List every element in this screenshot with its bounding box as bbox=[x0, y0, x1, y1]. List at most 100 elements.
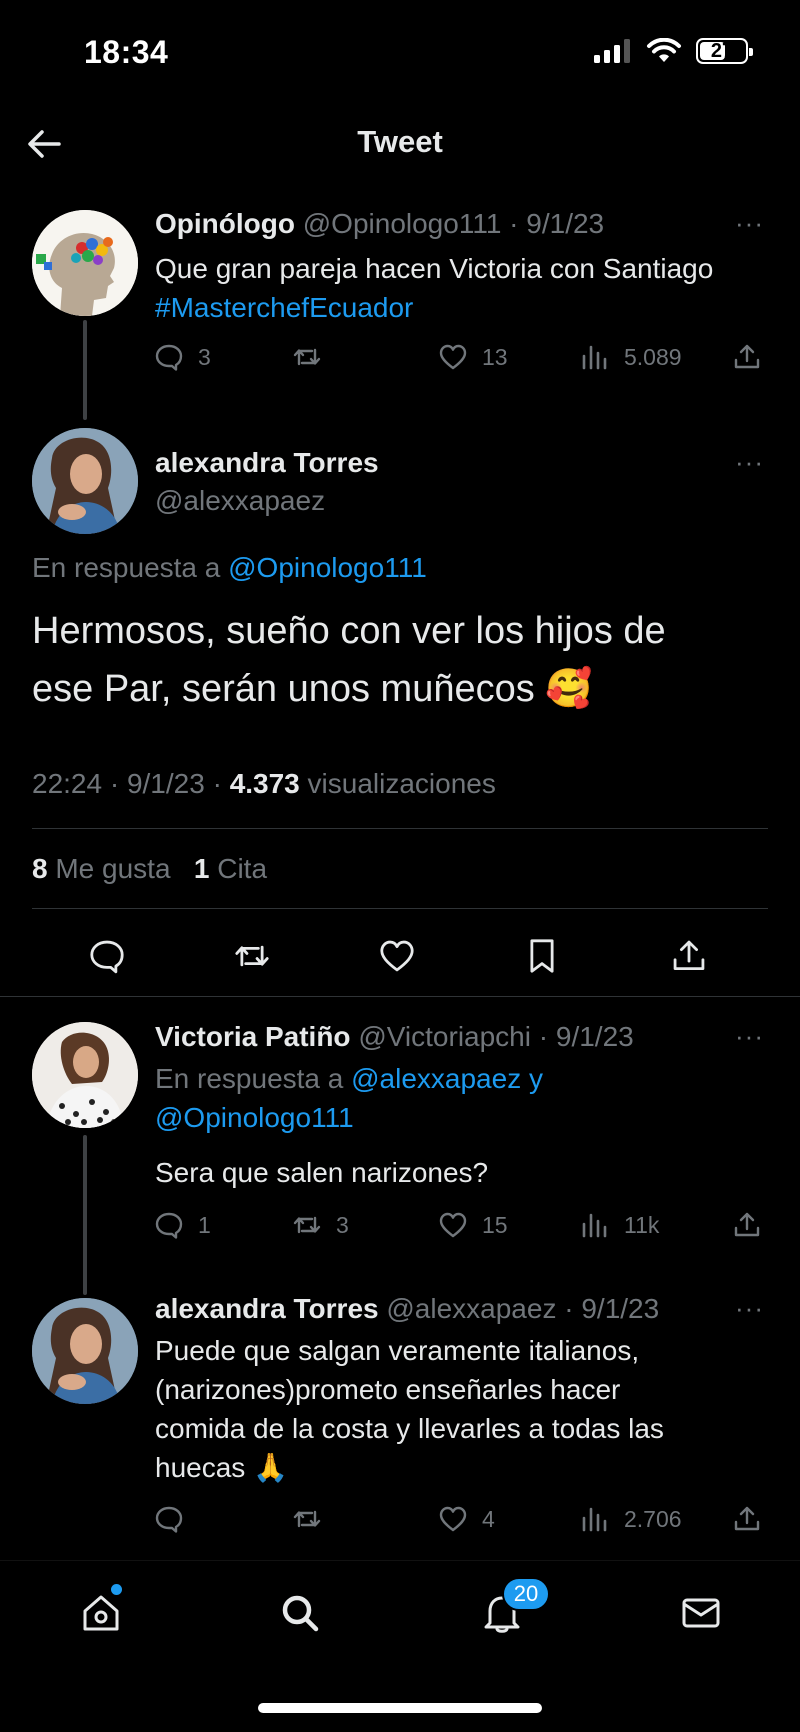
bookmark-button[interactable] bbox=[520, 934, 564, 978]
views-button[interactable]: 5.089 bbox=[580, 342, 682, 372]
reply-prefix: En respuesta a bbox=[155, 1063, 344, 1094]
divider bbox=[0, 996, 800, 997]
author-handle[interactable]: @alexxapaez bbox=[386, 1293, 556, 1324]
more-options-button[interactable]: ··· bbox=[735, 208, 764, 239]
new-content-dot bbox=[111, 1584, 122, 1595]
tweet-text-line: huecas 🙏 bbox=[155, 1452, 288, 1483]
reply-button[interactable] bbox=[85, 934, 129, 978]
share-icon bbox=[734, 1506, 760, 1531]
like-button[interactable]: 4 bbox=[438, 1504, 495, 1534]
views-icon bbox=[582, 345, 607, 370]
reply-context: En respuesta a @alexxapaez y @Opinologo1… bbox=[155, 1059, 775, 1137]
battery-indicator: 27 bbox=[696, 38, 753, 64]
share-button[interactable] bbox=[732, 342, 762, 372]
more-options-button[interactable]: ··· bbox=[735, 1021, 764, 1052]
author-name[interactable]: Opinólogo bbox=[155, 208, 295, 239]
reply-context: En respuesta a @Opinologo111 bbox=[32, 552, 427, 584]
tweet-header: alexandra Torres @alexxapaez · 9/1/23 bbox=[155, 1293, 659, 1325]
quotes-count: 1 bbox=[193, 853, 210, 884]
engagement-stats: 8 Me gusta 1 Cita bbox=[32, 853, 267, 885]
bottom-nav bbox=[0, 1560, 800, 1670]
tweet-actions: 1 3 15 11k bbox=[154, 1210, 774, 1250]
share-icon bbox=[734, 344, 760, 369]
notifications-badge: 20 bbox=[502, 1577, 550, 1611]
tab-home[interactable] bbox=[75, 1587, 127, 1639]
share-button[interactable] bbox=[732, 1504, 762, 1534]
quotes-stat[interactable]: 1 Cita bbox=[194, 853, 267, 884]
reply-button[interactable] bbox=[154, 1504, 198, 1534]
divider bbox=[32, 908, 768, 909]
reply-icon bbox=[155, 344, 183, 371]
share-button[interactable] bbox=[732, 1210, 762, 1240]
retweet-icon bbox=[293, 348, 321, 366]
reply-button[interactable]: 3 bbox=[154, 342, 211, 372]
reply-to-link[interactable]: @alexxapaez y bbox=[351, 1063, 543, 1094]
home-icon bbox=[83, 1595, 119, 1631]
views-count: 2.706 bbox=[624, 1505, 682, 1532]
battery-cap bbox=[749, 48, 753, 56]
avatar-opinologo[interactable] bbox=[32, 210, 138, 316]
author-handle[interactable]: @Victoriapchi bbox=[358, 1021, 531, 1052]
search-icon bbox=[282, 1595, 319, 1632]
author-handle[interactable]: @Opinologo111 bbox=[303, 208, 502, 239]
messages-icon bbox=[682, 1598, 720, 1628]
share-button[interactable] bbox=[667, 934, 711, 978]
avatar-victoriapchi[interactable] bbox=[32, 1022, 138, 1128]
reply-count: 1 bbox=[198, 1211, 211, 1238]
views-button[interactable]: 11k bbox=[580, 1210, 659, 1240]
quotes-label: Cita bbox=[217, 853, 268, 884]
like-button[interactable] bbox=[375, 934, 419, 978]
wifi-icon bbox=[647, 38, 681, 62]
author-handle[interactable]: @alexxapaez bbox=[155, 485, 325, 516]
views-count: 5.089 bbox=[624, 343, 682, 370]
retweet-button[interactable] bbox=[292, 1504, 336, 1534]
author-name[interactable]: alexandra Torres bbox=[155, 447, 379, 478]
like-count: 4 bbox=[482, 1505, 495, 1532]
status-bar: 18:34 27 bbox=[0, 0, 800, 100]
main-tweet-line-1: Hermosos, sueño con ver los hijos de bbox=[32, 610, 666, 652]
more-options-button[interactable]: ··· bbox=[735, 1293, 764, 1324]
like-button[interactable]: 13 bbox=[438, 342, 508, 372]
like-count: 15 bbox=[482, 1211, 508, 1238]
likes-stat[interactable]: 8 Me gusta bbox=[32, 853, 171, 884]
retweet-button[interactable] bbox=[230, 934, 274, 978]
reply-button[interactable]: 1 bbox=[154, 1210, 211, 1240]
divider bbox=[32, 828, 768, 829]
main-tweet-actions bbox=[0, 920, 800, 992]
retweet-count: 3 bbox=[336, 1211, 349, 1238]
tab-messages[interactable] bbox=[675, 1587, 727, 1639]
main-tweet-text: Hermosos, sueño con ver los hijos de ese… bbox=[32, 602, 772, 718]
tab-search[interactable] bbox=[274, 1587, 326, 1639]
heart-icon bbox=[380, 940, 414, 972]
retweet-icon bbox=[293, 1216, 321, 1234]
hashtag-link[interactable]: #MasterchefEcuador bbox=[155, 288, 775, 327]
tweet-text: Sera que salen narizones? bbox=[155, 1157, 489, 1188]
reply-to-link[interactable]: @Opinologo111 bbox=[228, 552, 427, 583]
heart-icon bbox=[439, 344, 467, 370]
like-button[interactable]: 15 bbox=[438, 1210, 508, 1240]
reply-to-link[interactable]: @Opinologo111 bbox=[155, 1098, 775, 1137]
reply-icon bbox=[155, 1506, 183, 1533]
likes-label: Me gusta bbox=[55, 853, 171, 884]
more-options-button[interactable]: ··· bbox=[735, 447, 764, 478]
avatar-alexxapaez[interactable] bbox=[32, 428, 138, 534]
views-count: 11k bbox=[624, 1211, 660, 1238]
author-name[interactable]: Victoria Patiño bbox=[155, 1021, 351, 1052]
retweet-button[interactable] bbox=[292, 342, 336, 372]
status-time: 18:34 bbox=[84, 34, 169, 70]
share-icon bbox=[734, 1212, 760, 1237]
profile-photo bbox=[32, 1022, 138, 1128]
main-tweet-line-2: ese Par, serán unos muñecos 🥰 bbox=[32, 668, 593, 710]
avatar-alexxapaez[interactable] bbox=[32, 1298, 138, 1404]
tweet-text-line: Que gran pareja hacen Victoria con Santi… bbox=[155, 253, 714, 284]
tweet-date: · 9/1/23 bbox=[564, 1293, 660, 1324]
reply-icon bbox=[155, 1212, 183, 1239]
home-indicator[interactable] bbox=[258, 1703, 542, 1713]
author-name[interactable]: alexandra Torres bbox=[155, 1293, 379, 1324]
tweet-meta: 22:24 · 9/1/23 · 4.373 visualizaciones bbox=[32, 768, 496, 800]
cellular-signal-icon bbox=[594, 39, 630, 63]
tweet-text: Puede que salgan veramente italianos, (n… bbox=[155, 1331, 785, 1487]
views-button[interactable]: 2.706 bbox=[580, 1504, 682, 1534]
retweet-button[interactable]: 3 bbox=[292, 1210, 349, 1240]
brain-profile-logo bbox=[32, 210, 138, 316]
